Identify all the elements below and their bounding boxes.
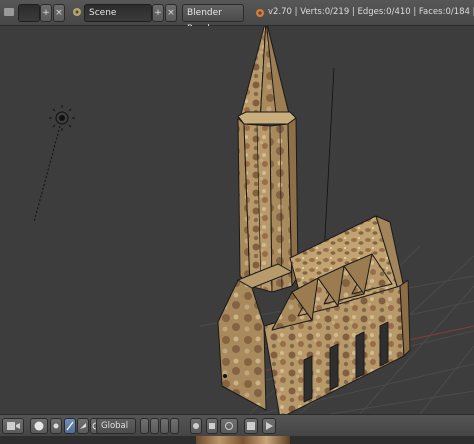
proportional-edit-icon[interactable] <box>190 418 202 434</box>
scene-statistics: v2.70 | Verts:0/219 | Edges:0/410 | Face… <box>268 7 474 17</box>
snap-target-icon[interactable] <box>220 418 238 434</box>
3d-viewport[interactable] <box>0 26 474 414</box>
blender-logo-icon <box>254 4 266 22</box>
shading-mode-icon[interactable] <box>30 418 48 434</box>
layer-button-1[interactable] <box>140 418 149 434</box>
layer-button-2[interactable] <box>150 418 159 434</box>
transform-orientation-label: Global <box>101 421 129 431</box>
render-preview-icon[interactable] <box>244 418 258 434</box>
pivot-point-icon[interactable] <box>50 418 62 434</box>
scene-add-button[interactable]: + <box>152 4 164 22</box>
layer-button-3[interactable] <box>160 418 169 434</box>
transform-orientation-dropdown[interactable]: Global <box>96 418 136 434</box>
scene-close-button[interactable]: × <box>165 4 177 22</box>
object-origin <box>223 374 227 378</box>
screen-layout-field[interactable] <box>18 4 40 22</box>
editor-type-icon[interactable] <box>2 4 16 22</box>
editor-type-3d-icon[interactable] <box>2 418 24 434</box>
render-anim-icon[interactable] <box>262 418 276 434</box>
snap-icon[interactable] <box>206 418 218 434</box>
scene-icon[interactable] <box>70 4 84 22</box>
screen-add-button[interactable]: + <box>40 4 52 22</box>
translate-icon[interactable] <box>77 418 89 434</box>
layer-button-4[interactable] <box>170 418 179 434</box>
render-engine-dropdown[interactable]: Blender Render <box>182 4 244 34</box>
scene-field[interactable]: Scene <box>84 4 152 22</box>
3d-view-header: Global <box>0 414 474 436</box>
blender-window: + × Scene + × Blender Render v2.70 | Ver… <box>0 0 474 444</box>
texture-preview-thumbnail <box>196 436 290 444</box>
viewport-canvas <box>0 26 474 414</box>
info-header: + × Scene + × Blender Render v2.70 | Ver… <box>0 0 474 34</box>
manipulator-toggle-icon[interactable] <box>64 418 76 434</box>
screen-close-button[interactable]: × <box>53 4 65 22</box>
